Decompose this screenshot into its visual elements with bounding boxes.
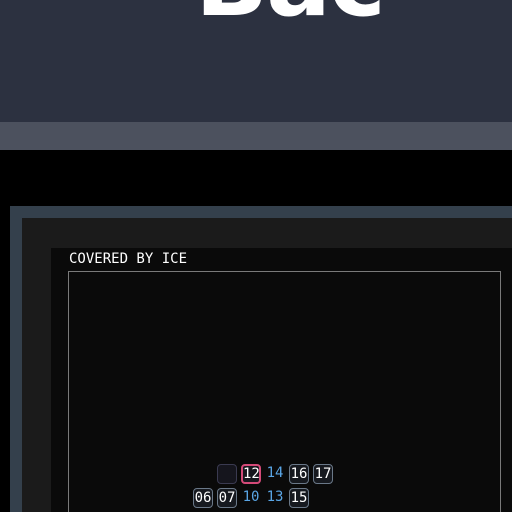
header-divider [0, 122, 512, 150]
header-banner: Bac [0, 0, 512, 122]
app-screen: Bac COVERED BY ICE 12 14 16 17 06 07 10 … [0, 0, 512, 512]
level-tile-selected[interactable]: 12 [241, 464, 261, 484]
level-tile[interactable]: 06 [193, 488, 213, 508]
spacer [0, 150, 512, 206]
level-tile-empty[interactable] [217, 464, 237, 484]
level-tile[interactable]: 14 [265, 464, 285, 484]
level-tile[interactable]: 07 [217, 488, 237, 508]
banner-title: Bac [195, 0, 386, 38]
level-tile[interactable]: 15 [289, 488, 309, 508]
level-tile[interactable]: 13 [265, 488, 285, 508]
level-tile[interactable]: 10 [241, 488, 261, 508]
level-tile[interactable]: 16 [289, 464, 309, 484]
panel-title: COVERED BY ICE [69, 251, 188, 267]
level-tile[interactable]: 17 [313, 464, 333, 484]
